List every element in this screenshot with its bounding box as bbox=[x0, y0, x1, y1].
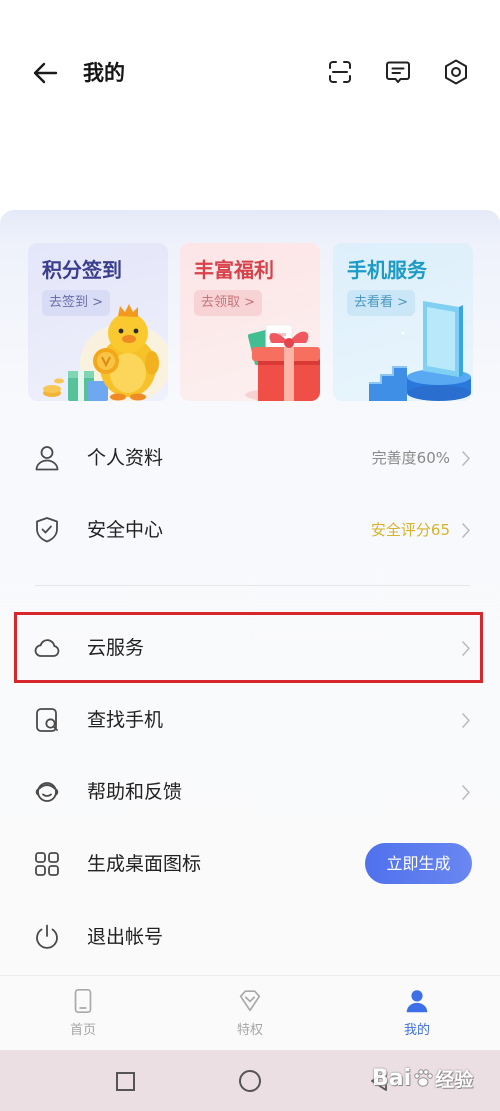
claim-button[interactable]: 去领取 > bbox=[194, 290, 263, 316]
message-icon bbox=[386, 61, 410, 83]
card-title: 手机服务 bbox=[347, 258, 427, 282]
watermark-suffix: 经验 bbox=[435, 1068, 474, 1091]
scan-icon bbox=[329, 61, 351, 83]
tab-label: 我的 bbox=[403, 1023, 430, 1038]
circle-home-icon[interactable] bbox=[239, 1070, 261, 1092]
chevron-right-icon bbox=[461, 450, 471, 467]
checkin-button[interactable]: 去签到 > bbox=[42, 290, 111, 316]
back-button[interactable] bbox=[31, 59, 59, 87]
card-title: 丰富福利 bbox=[194, 258, 274, 282]
chevron-right-icon bbox=[461, 712, 471, 729]
section-divider bbox=[35, 585, 470, 586]
system-navigation-bar: Bai 经验 bbox=[0, 1050, 500, 1111]
paw-icon bbox=[412, 1067, 434, 1089]
card-rewards[interactable]: 丰富福利 去领取 > bbox=[180, 243, 320, 401]
bottom-nav: 首页 特权 我的 bbox=[0, 975, 500, 1050]
menu-item-label: 帮助和反馈 bbox=[87, 781, 183, 803]
person-filled-icon bbox=[403, 987, 431, 1015]
view-button[interactable]: 去看看 > bbox=[347, 290, 416, 316]
tab-label: 首页 bbox=[69, 1023, 96, 1038]
menu-item-label: 个人资料 bbox=[87, 447, 164, 469]
arrow-left-icon bbox=[33, 62, 58, 84]
tab-mine[interactable]: 我的 bbox=[334, 976, 500, 1051]
message-button[interactable] bbox=[384, 58, 412, 86]
menu-item-find-phone[interactable]: 查找手机 bbox=[0, 684, 500, 756]
menu-item-logout[interactable]: 退出帐号 bbox=[0, 901, 500, 973]
menu-item-profile[interactable]: 个人资料 完善度60% bbox=[0, 422, 500, 494]
generate-now-button[interactable]: 立即生成 bbox=[365, 843, 472, 884]
menu-item-label: 生成桌面图标 bbox=[87, 853, 202, 875]
power-icon bbox=[32, 922, 62, 952]
menu-item-label: 查找手机 bbox=[87, 709, 164, 731]
watermark: Bai 经验 bbox=[372, 1063, 473, 1093]
tab-home[interactable]: 首页 bbox=[0, 976, 166, 1051]
menu-item-label: 退出帐号 bbox=[87, 926, 164, 948]
card-phone-service[interactable]: 手机服务 去看看 > bbox=[333, 243, 473, 401]
person-icon bbox=[32, 443, 62, 473]
tab-label: 特权 bbox=[236, 1023, 263, 1038]
scan-button[interactable] bbox=[326, 58, 354, 86]
settings-icon bbox=[445, 59, 467, 85]
shield-check-icon bbox=[32, 515, 62, 545]
settings-button[interactable] bbox=[442, 58, 470, 86]
security-score-status: 安全评分65 bbox=[370, 521, 450, 539]
menu-item-security[interactable]: 安全中心 安全评分65 bbox=[0, 494, 500, 566]
chevron-right-icon bbox=[461, 784, 471, 801]
diamond-icon bbox=[236, 987, 264, 1015]
tab-privileges[interactable]: 特权 bbox=[167, 976, 333, 1051]
phone-icon bbox=[69, 987, 97, 1015]
support-face-icon bbox=[32, 777, 62, 807]
watermark-brand: Bai bbox=[372, 1065, 412, 1091]
menu-item-label: 安全中心 bbox=[87, 519, 164, 541]
square-recents-icon[interactable] bbox=[116, 1072, 135, 1091]
profile-completion-status: 完善度60% bbox=[371, 449, 450, 467]
card-title: 积分签到 bbox=[42, 258, 122, 282]
card-points-checkin[interactable]: 积分签到 去签到 > bbox=[28, 243, 168, 401]
grid-icon bbox=[32, 849, 62, 879]
phone-search-icon bbox=[32, 705, 62, 735]
menu-item-help[interactable]: 帮助和反馈 bbox=[0, 756, 500, 828]
chevron-right-icon bbox=[461, 522, 471, 539]
menu-item-desktop-shortcut[interactable]: 生成桌面图标 立即生成 bbox=[0, 828, 500, 900]
page-title: 我的 bbox=[83, 61, 125, 85]
highlight-box bbox=[14, 612, 483, 683]
